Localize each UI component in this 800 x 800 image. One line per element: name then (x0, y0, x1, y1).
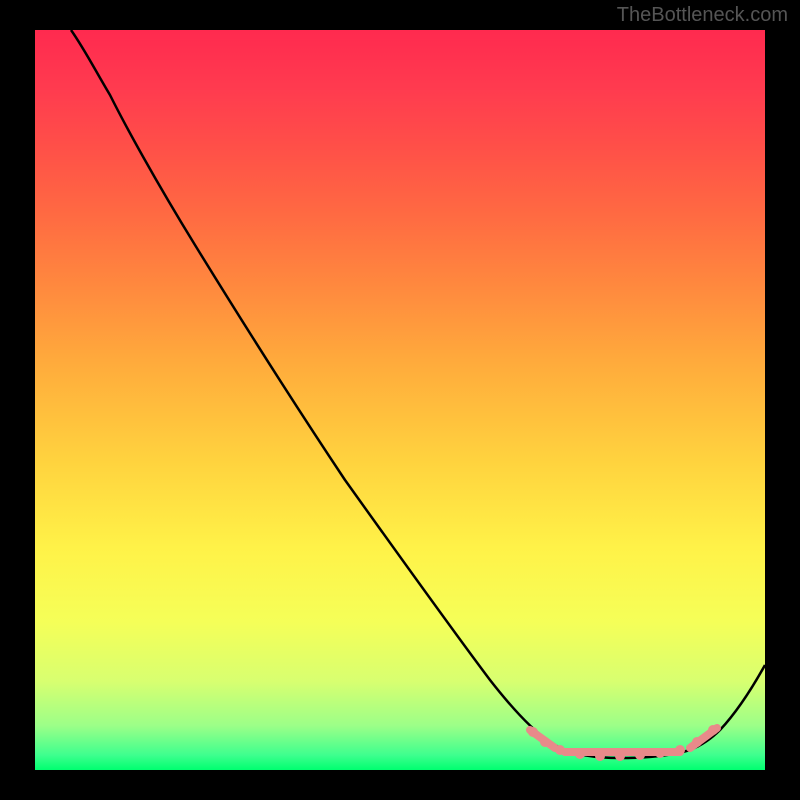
marker-dot (708, 725, 718, 735)
marker-dot (655, 748, 665, 758)
marker-dot (615, 751, 625, 761)
watermark-text: TheBottleneck.com (617, 4, 788, 27)
marker-dot (692, 737, 702, 747)
bottleneck-curve (71, 30, 765, 758)
marker-dot (575, 749, 585, 759)
marker-dot (595, 751, 605, 761)
chart-svg (35, 30, 765, 770)
marker-dot (635, 750, 645, 760)
chart-plot-area (35, 30, 765, 770)
marker-dot (675, 745, 685, 755)
marker-dot (540, 737, 550, 747)
marker-dot (528, 727, 538, 737)
marker-dot (555, 745, 565, 755)
